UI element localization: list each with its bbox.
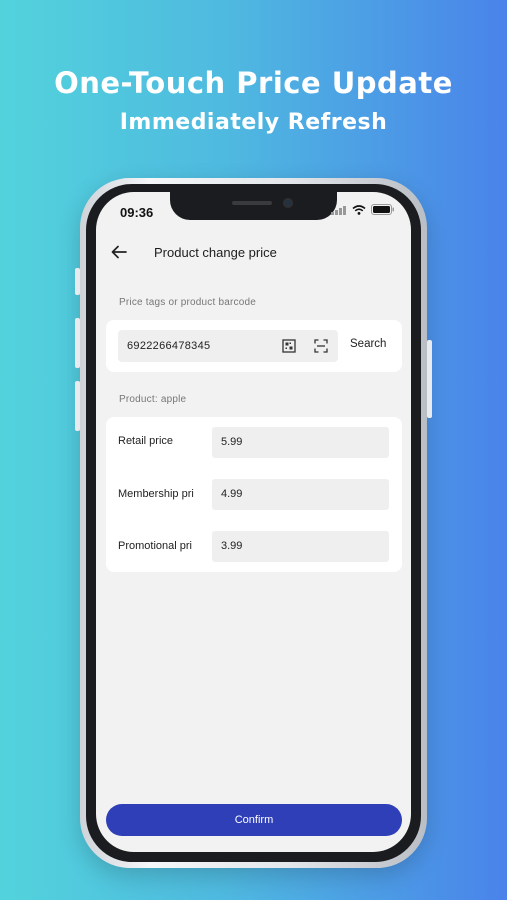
retail-price-input[interactable]: 5.99 — [212, 427, 389, 458]
power-button — [427, 340, 432, 418]
barcode-section-label: Price tags or product barcode — [119, 297, 256, 308]
confirm-button[interactable]: Confirm — [106, 804, 402, 836]
wifi-icon — [352, 204, 366, 215]
volume-up-button — [75, 318, 80, 368]
membership-price-value: 4.99 — [221, 488, 243, 500]
barcode-card: 6922266478345 Search — [106, 320, 402, 372]
retail-price-value: 5.99 — [221, 436, 243, 448]
status-time: 09:36 — [120, 205, 154, 220]
search-button[interactable]: Search — [350, 338, 386, 350]
phone-screen: 09:36 Product change price Price tags or… — [96, 192, 411, 852]
qr-code-icon[interactable] — [282, 339, 296, 353]
price-card: Retail price 5.99 Membership pri 4.99 Pr… — [106, 417, 402, 572]
camera — [283, 198, 293, 208]
promotional-price-input[interactable]: 3.99 — [212, 531, 389, 562]
membership-price-label: Membership pri — [118, 488, 194, 500]
retail-price-label: Retail price — [118, 435, 174, 447]
notch — [170, 192, 337, 220]
promo-subheadline: Immediately Refresh — [119, 110, 388, 135]
signal-icon — [331, 205, 346, 215]
status-icons — [331, 204, 395, 215]
battery-icon — [371, 204, 394, 215]
product-label: Product: apple — [119, 394, 187, 405]
volume-down-button — [75, 381, 80, 431]
speaker — [232, 201, 272, 205]
back-arrow-icon[interactable] — [110, 243, 128, 261]
silent-switch — [75, 268, 80, 295]
barcode-input[interactable]: 6922266478345 — [118, 330, 338, 362]
membership-price-input[interactable]: 4.99 — [212, 479, 389, 510]
promotional-price-label: Promotional pri — [118, 540, 192, 552]
page-title: Product change price — [154, 245, 277, 260]
promotional-price-value: 3.99 — [221, 540, 243, 552]
scan-icon[interactable] — [314, 339, 328, 353]
promo-headline: One-Touch Price Update — [54, 66, 453, 100]
barcode-value: 6922266478345 — [127, 340, 211, 352]
